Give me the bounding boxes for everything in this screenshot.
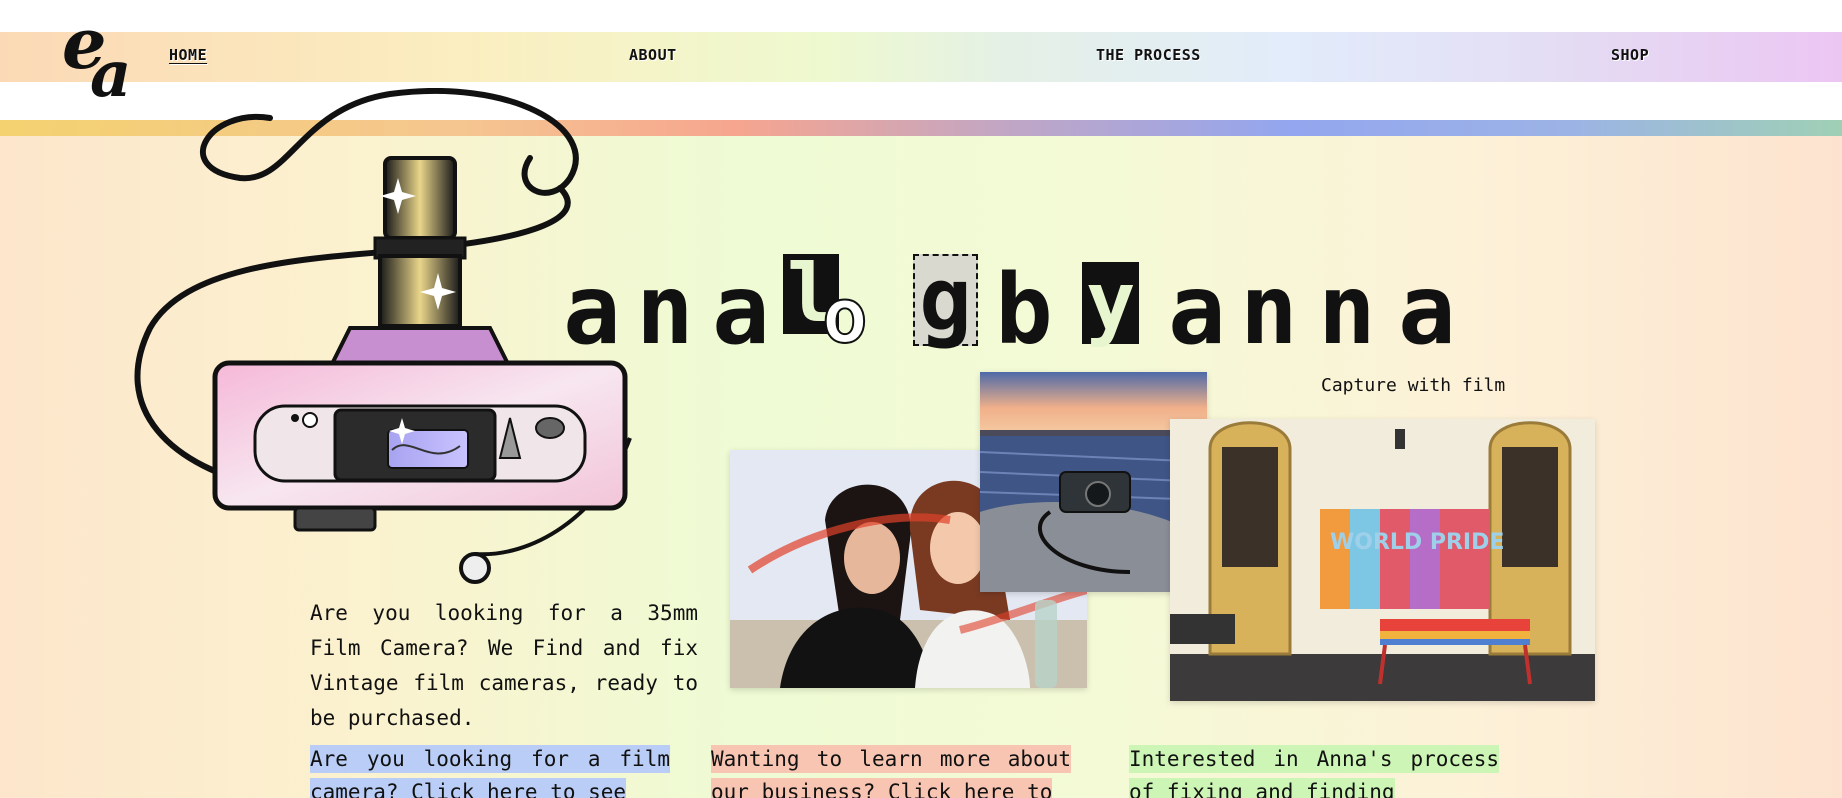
title-glyph: n xyxy=(1240,254,1298,366)
title-glyph: y xyxy=(1082,262,1140,344)
cta-process-link[interactable]: Interested in Anna's process of fixing a… xyxy=(1129,743,1499,798)
title-glyph: a xyxy=(1168,254,1226,366)
title-glyph: a xyxy=(712,254,770,366)
cta-shop-text: Are you looking for a film camera? Click… xyxy=(310,745,670,798)
title-glyph: a xyxy=(1398,254,1456,366)
title-glyph: g xyxy=(913,254,978,346)
photo-pride-wall: WORLD PRIDE xyxy=(1170,419,1595,701)
cta-about-link[interactable]: Wanting to learn more about our business… xyxy=(711,743,1071,798)
pride-sign-text: WORLD PRIDE xyxy=(1330,530,1504,555)
cta-shop-link[interactable]: Are you looking for a film camera? Click… xyxy=(310,743,670,798)
cta-process-text: Interested in Anna's process of fixing a… xyxy=(1129,745,1499,798)
intro-text: Are you looking for a 35mm Film Camera? … xyxy=(310,601,698,730)
title-glyph: a xyxy=(563,254,621,366)
nav-shop-link[interactable]: SHOP xyxy=(1611,46,1649,64)
title-glyph: n xyxy=(636,254,694,366)
logo-icon[interactable]: e a xyxy=(60,10,150,100)
nav-bar xyxy=(0,32,1842,82)
hero-caption: Capture with film xyxy=(1321,375,1506,396)
title-glyph: b xyxy=(995,254,1053,366)
nav-home-link[interactable]: HOME xyxy=(169,46,207,64)
svg-text:a: a xyxy=(90,37,131,100)
nav-process-link[interactable]: THE PROCESS xyxy=(1096,46,1201,64)
camera-illustration xyxy=(134,88,632,584)
title-glyph: n xyxy=(1318,254,1376,366)
nav-about-link[interactable]: ABOUT xyxy=(629,46,677,64)
title-glyph: o xyxy=(821,271,869,360)
cta-about-text: Wanting to learn more about our business… xyxy=(711,745,1071,798)
